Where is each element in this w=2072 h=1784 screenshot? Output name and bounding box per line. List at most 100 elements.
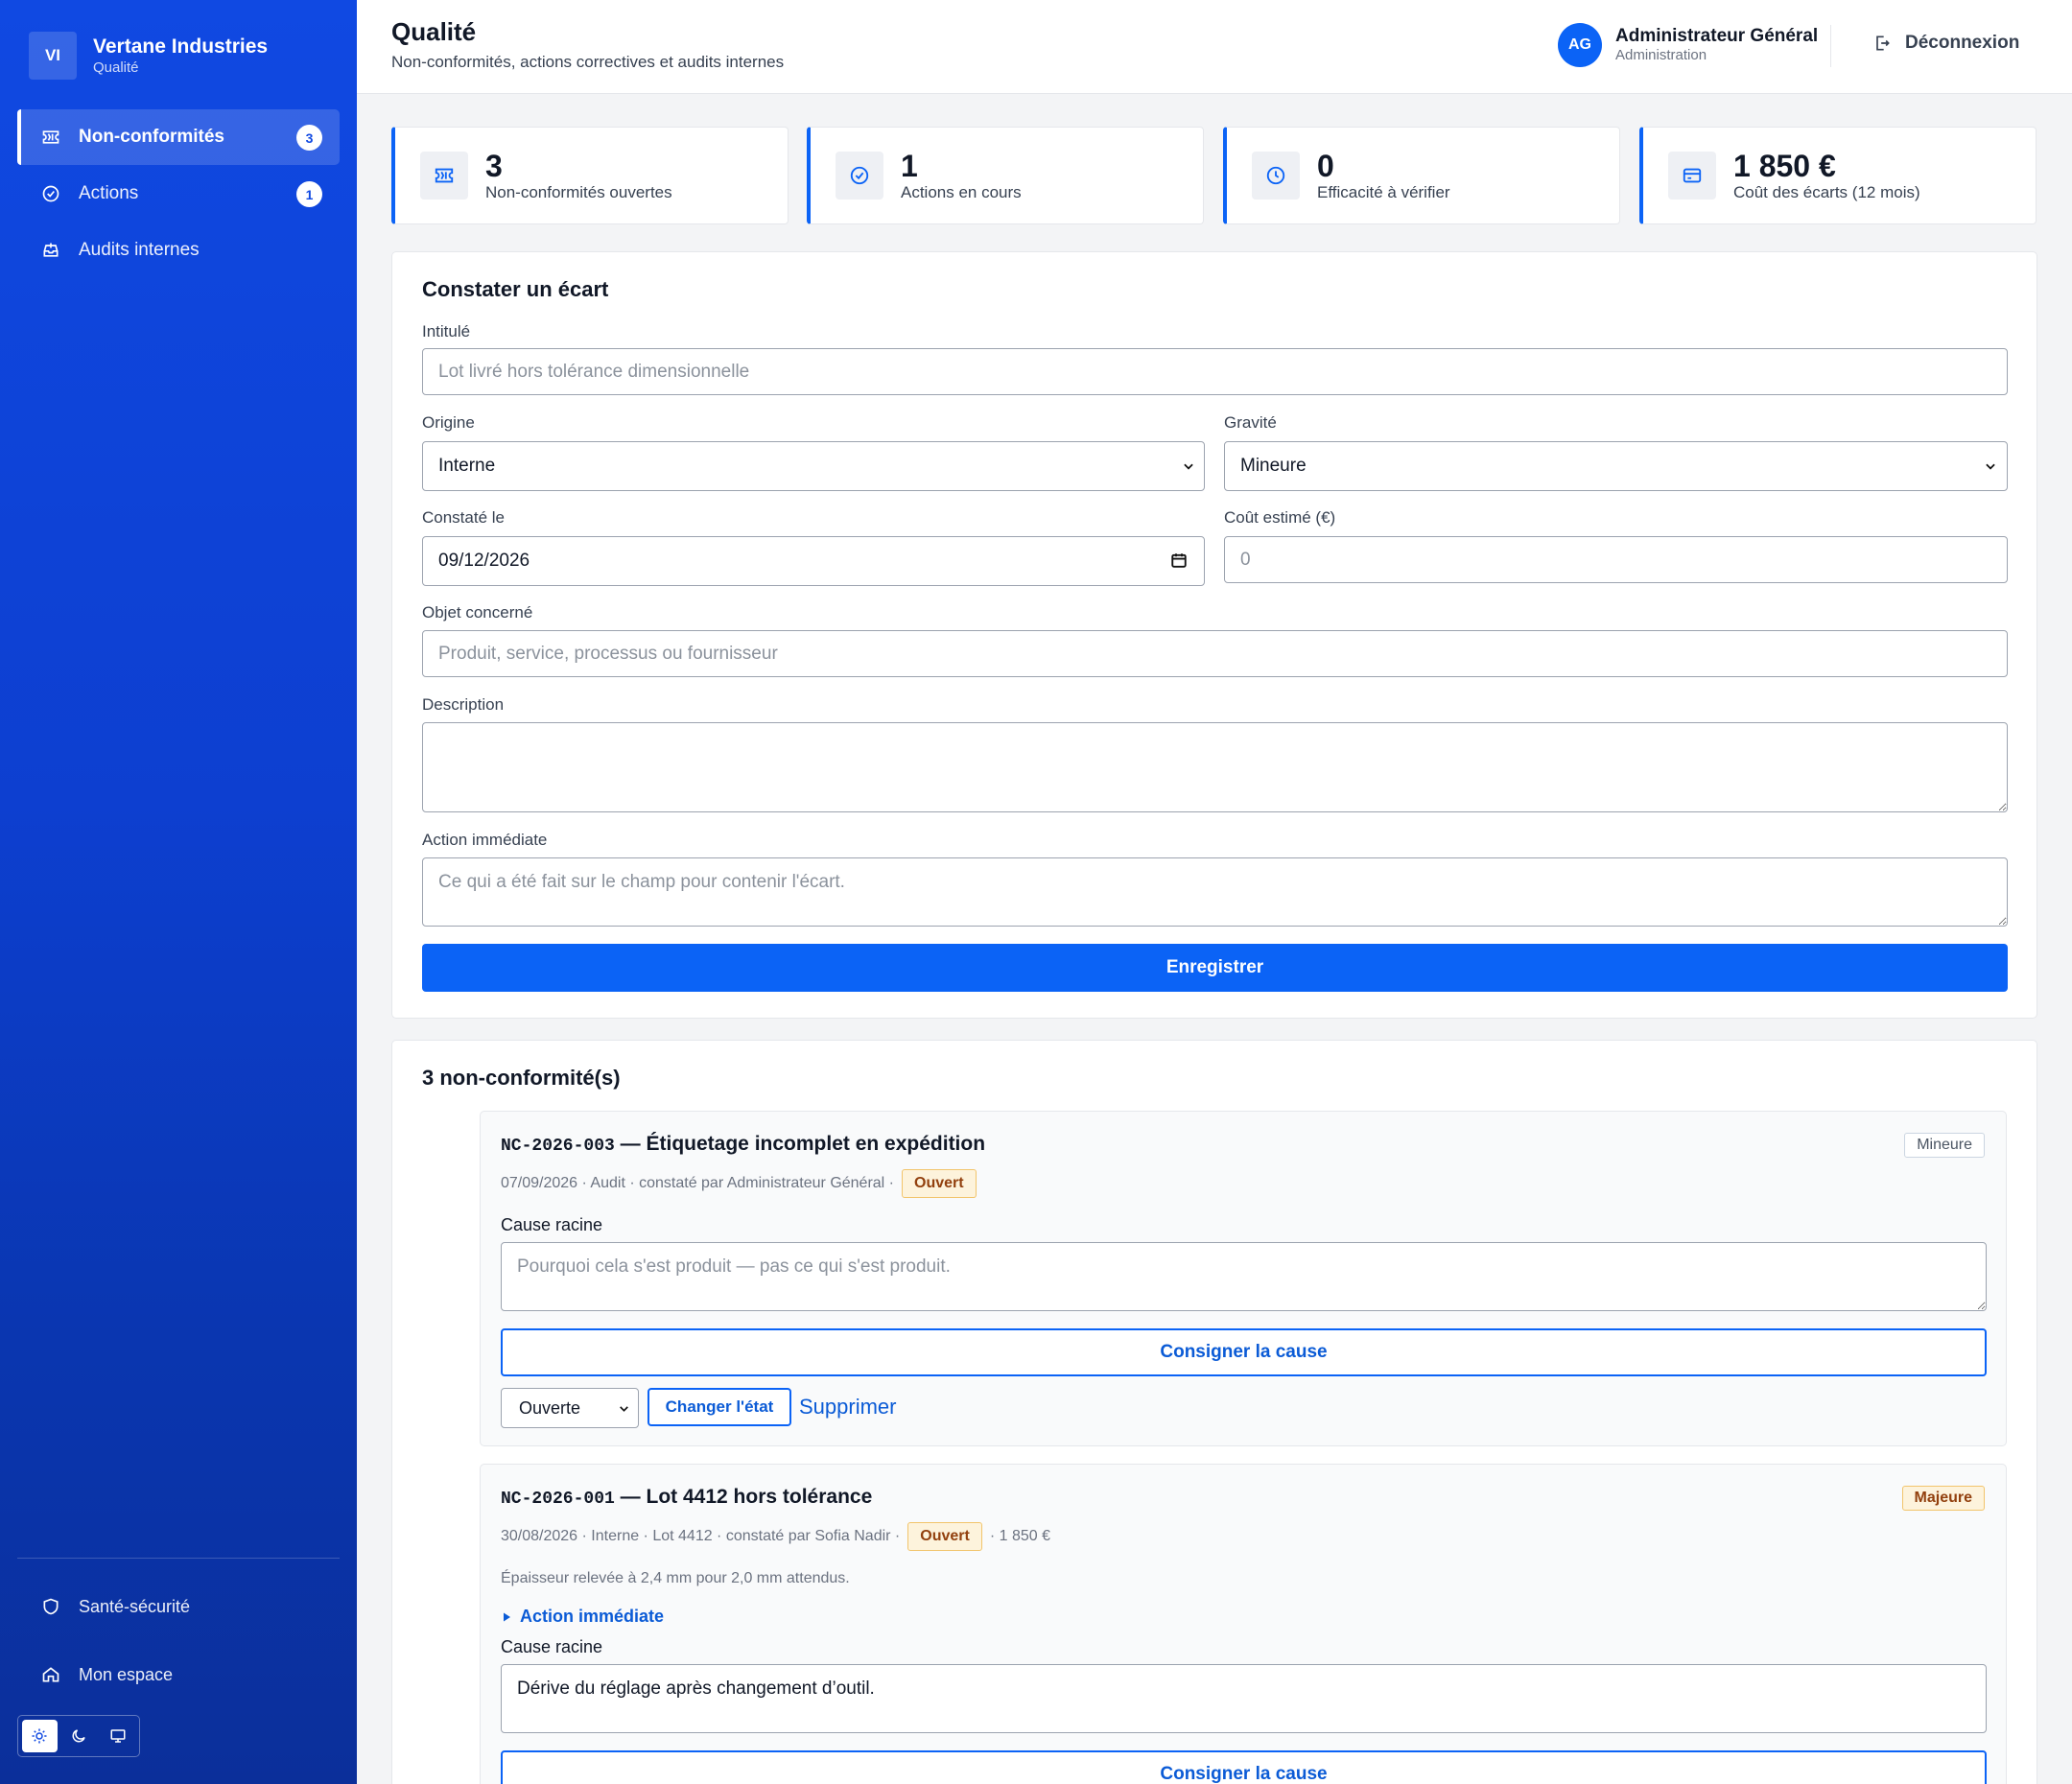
action-textarea[interactable]: [422, 857, 2008, 927]
origine-select[interactable]: Interne: [422, 441, 1205, 491]
origine-label: Origine: [422, 413, 475, 432]
cout-label: Coût estimé (€): [1224, 508, 1336, 527]
cause-textarea[interactable]: [501, 1242, 1987, 1311]
user-name: Administrateur Général: [1615, 26, 1819, 46]
logout-icon: [1876, 35, 1890, 51]
main-nav: Non-conformités 3 Actions 1 Audits inter…: [17, 109, 340, 279]
constate-le-input[interactable]: 09/12/2026: [422, 536, 1205, 586]
action-label: Action immédiate: [422, 831, 548, 849]
user-menu[interactable]: AG Administrateur Général Administration: [1558, 23, 1818, 67]
save-button[interactable]: Enregistrer: [422, 944, 2008, 992]
cause-label: Cause racine: [501, 1637, 603, 1656]
nc-cost: · 1 850 €: [989, 1528, 1050, 1544]
brand-logo: VI: [29, 32, 77, 80]
calendar-icon[interactable]: [1170, 552, 1188, 569]
stat-card-actions: 1 Actions en cours: [807, 127, 1204, 224]
top-header: Qualité Non-conformités, actions correct…: [357, 0, 2072, 94]
gravite-label: Gravité: [1224, 413, 1277, 432]
form-title: Constater un écart: [422, 277, 609, 301]
status-badge: Ouvert: [907, 1522, 982, 1551]
objet-input[interactable]: [422, 630, 2008, 677]
cause-value: Dérive du réglage après changement d’out…: [517, 1678, 875, 1699]
theme-switch: [17, 1715, 140, 1757]
list-title: 3 non-conformité(s): [422, 1066, 621, 1090]
stat-label: Non-conformités ouvertes: [485, 183, 672, 201]
nav-badge: 1: [296, 181, 322, 207]
description-textarea[interactable]: [422, 722, 2008, 812]
stat-value: 1 850 €: [1733, 149, 1836, 183]
objet-label: Objet concerné: [422, 603, 533, 622]
origine-value: Interne: [438, 456, 496, 476]
nc-meta-text: 07/09/2026 · Audit · constaté par Admini…: [501, 1175, 895, 1191]
sidebar: VI Vertane Industries Qualité Non-confor…: [0, 0, 357, 1784]
nav-label: Mon espace: [79, 1664, 174, 1684]
record-cause-button[interactable]: Consigner la cause: [501, 1328, 1987, 1376]
brand: VI Vertane Industries Qualité: [29, 32, 268, 80]
nc-meta-text: 30/08/2026 · Interne · Lot 4412 · consta…: [501, 1528, 901, 1544]
nc-form-card: Constater un écart Intitulé Origine Inte…: [391, 251, 2037, 1019]
nav-item-sante-securite[interactable]: Santé-sécurité: [17, 1580, 340, 1633]
nav-item-non-conformites[interactable]: Non-conformités 3: [17, 109, 340, 165]
nc-code: NC-2026-003: [501, 1137, 615, 1156]
state-select[interactable]: Ouverte: [501, 1388, 639, 1428]
stat-label: Actions en cours: [901, 183, 1022, 201]
stat-card-open-nc: 3 Non-conformités ouvertes: [391, 127, 789, 224]
monitor-icon[interactable]: [100, 1720, 135, 1752]
home-icon: [40, 1664, 61, 1685]
stat-label: Coût des écarts (12 mois): [1733, 183, 1920, 201]
nc-description: Épaisseur relevée à 2,4 mm pour 2,0 mm a…: [501, 1570, 850, 1586]
check-circle-icon: [40, 183, 61, 204]
stat-value: 0: [1317, 149, 1334, 183]
severity-badge: Mineure: [1904, 1133, 1985, 1158]
nc-meta: 07/09/2026 · Audit · constaté par Admini…: [501, 1169, 984, 1198]
nav-item-actions[interactable]: Actions 1: [17, 166, 340, 222]
shield-icon: [40, 1596, 61, 1617]
gravite-select[interactable]: Mineure: [1224, 441, 2008, 491]
sidebar-divider: [17, 1558, 340, 1559]
immediate-action-toggle[interactable]: Action immédiate: [501, 1607, 664, 1627]
check-circle-icon: [836, 152, 883, 200]
intitule-input[interactable]: [422, 348, 2008, 395]
nav-item-audits[interactable]: Audits internes: [17, 223, 340, 278]
stat-card-cout: 1 850 € Coût des écarts (12 mois): [1639, 127, 2037, 224]
nc-title: NC-2026-001 — Lot 4412 hors tolérance: [501, 1486, 872, 1509]
description-label: Description: [422, 695, 505, 714]
nc-title-text: — Lot 4412 hors tolérance: [620, 1486, 873, 1508]
nav-badge: 3: [296, 125, 322, 151]
nc-item: NC-2026-001 — Lot 4412 hors tolérance Ma…: [480, 1464, 2007, 1784]
moon-icon[interactable]: [61, 1720, 97, 1752]
inbox-icon: [40, 240, 61, 261]
nav-label: Actions: [79, 183, 139, 203]
user-role: Administration: [1615, 47, 1707, 63]
logout-button[interactable]: Déconnexion: [1872, 33, 2019, 54]
clock-icon: [1252, 152, 1300, 200]
stat-value: 3: [485, 149, 503, 183]
intitule-label: Intitulé: [422, 322, 471, 340]
gravite-value: Mineure: [1240, 456, 1307, 476]
ticket-icon: [420, 152, 468, 200]
nav-item-mon-espace[interactable]: Mon espace: [17, 1648, 340, 1702]
record-cause-button[interactable]: Consigner la cause: [501, 1750, 1987, 1784]
logout-label: Déconnexion: [1905, 33, 2020, 53]
sun-icon[interactable]: [22, 1720, 58, 1752]
brand-module: Qualité: [93, 59, 139, 76]
stat-label: Efficacité à vérifier: [1317, 183, 1450, 201]
delete-link[interactable]: Supprimer: [799, 1395, 896, 1420]
nav-label: Non-conformités: [79, 127, 224, 147]
brand-name: Vertane Industries: [93, 35, 269, 58]
page-subtitle: Non-conformités, actions correctives et …: [391, 53, 785, 71]
change-state-button[interactable]: Changer l'état: [648, 1388, 791, 1426]
status-badge: Ouvert: [902, 1169, 977, 1198]
cout-input[interactable]: [1224, 536, 2008, 583]
cause-label: Cause racine: [501, 1215, 603, 1234]
severity-badge: Majeure: [1901, 1486, 1985, 1511]
nc-title: NC-2026-003 — Étiquetage incomplet en ex…: [501, 1133, 985, 1156]
constate-le-value: 09/12/2026: [438, 551, 530, 571]
card-icon: [1668, 152, 1716, 200]
nav-label: Santé-sécurité: [79, 1596, 191, 1616]
nc-title-text: — Étiquetage incomplet en expédition: [620, 1133, 986, 1155]
ticket-icon: [40, 127, 61, 148]
stat-value: 1: [901, 149, 918, 183]
avatar: AG: [1558, 23, 1602, 67]
cause-textarea[interactable]: Dérive du réglage après changement d’out…: [501, 1664, 1987, 1733]
